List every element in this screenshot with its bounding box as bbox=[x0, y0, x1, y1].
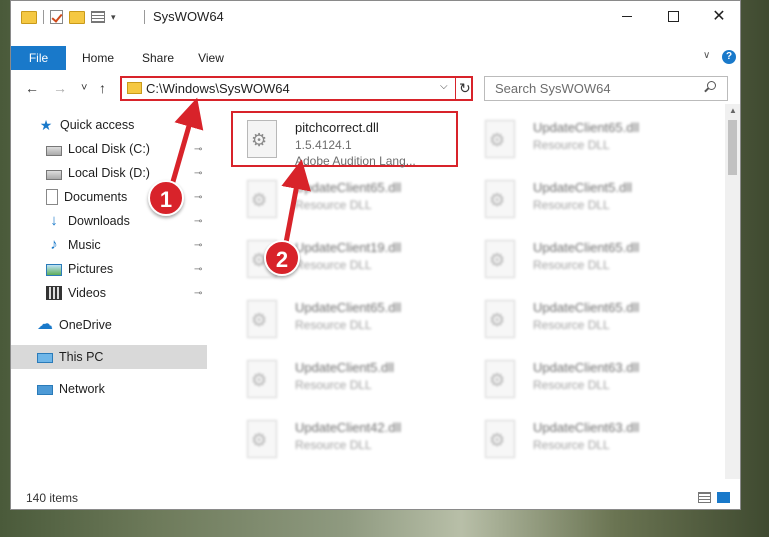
annotation-callout-1: 1 bbox=[148, 180, 184, 216]
annotation-callout-2: 2 bbox=[264, 240, 300, 276]
annotation-arrow-2 bbox=[281, 159, 311, 249]
annotation-arrows bbox=[169, 97, 311, 249]
annotation-arrow-1 bbox=[169, 97, 204, 186]
